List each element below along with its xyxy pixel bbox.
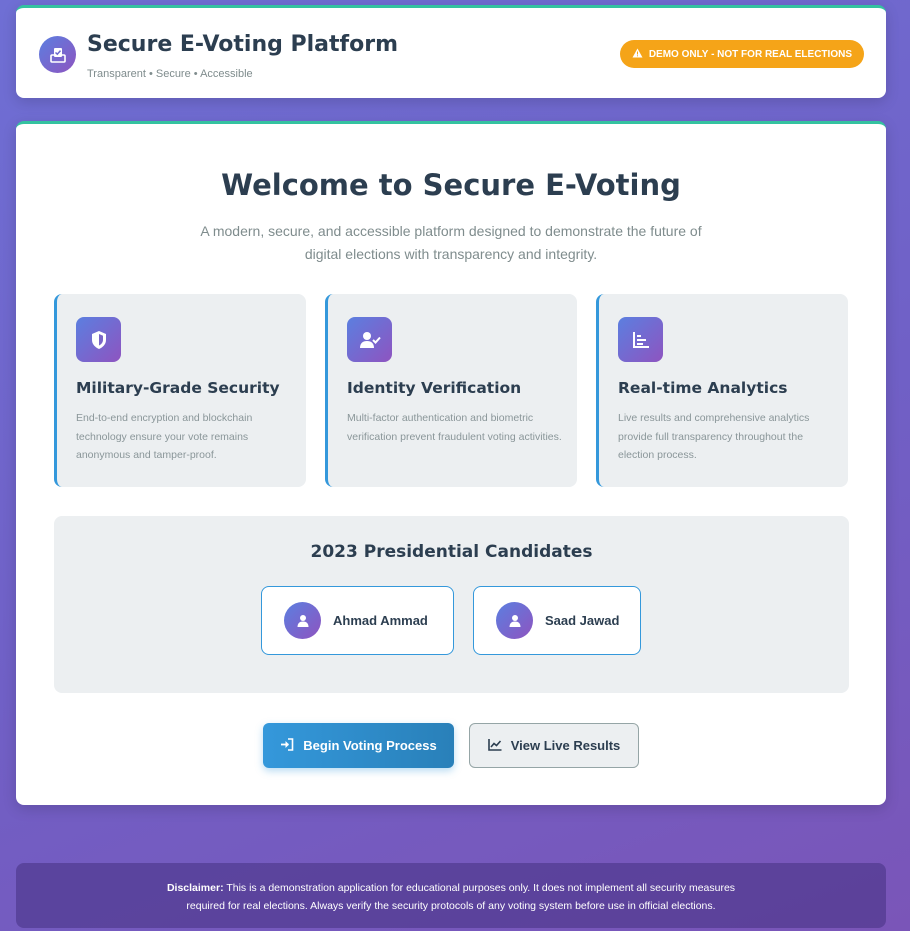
app-header: Secure E-Voting Platform Transparent • S… xyxy=(16,5,886,98)
feature-description: Live results and comprehensive analytics… xyxy=(618,412,810,461)
feature-description: End-to-end encryption and blockchain tec… xyxy=(76,412,253,461)
feature-card-security: Military-Grade Security End-to-end encry… xyxy=(54,294,306,487)
candidates-title: 2023 Presidential Candidates xyxy=(310,542,593,562)
candidate-name: Saad Jawad xyxy=(545,613,620,628)
begin-voting-label: Begin Voting Process xyxy=(303,738,437,753)
user-icon xyxy=(284,602,321,639)
view-results-button[interactable]: View Live Results xyxy=(469,723,639,768)
view-results-label: View Live Results xyxy=(510,738,621,753)
begin-voting-button[interactable]: Begin Voting Process xyxy=(263,723,454,768)
disclaimer-text-2: required for real elections. Always veri… xyxy=(186,900,716,912)
candidate-name: Ahmad Ammad xyxy=(333,613,428,628)
disclaimer-line-1: Disclaimer: This is a demonstration appl… xyxy=(16,879,886,897)
app-subtitle: Transparent • Secure • Accessible xyxy=(87,68,253,80)
chart-bar-icon xyxy=(618,317,663,362)
shield-icon xyxy=(76,317,121,362)
candidates-section: 2023 Presidential Candidates Ahmad Ammad… xyxy=(54,516,849,693)
demo-badge-label: DEMO ONLY - NOT FOR REAL ELECTIONS xyxy=(648,48,852,60)
feature-title: Real-time Analytics xyxy=(618,379,788,397)
app-title: Secure E-Voting Platform xyxy=(87,32,399,57)
description-line-2: digital elections with transparency and … xyxy=(304,246,598,262)
description-line-1: A modern, secure, and accessible platfor… xyxy=(200,223,702,239)
welcome-card: Welcome to Secure E-Voting A modern, sec… xyxy=(16,121,886,805)
disclaimer-label: Disclaimer: xyxy=(166,882,224,894)
feature-card-analytics: Real-time Analytics Live results and com… xyxy=(596,294,848,487)
demo-badge: DEMO ONLY - NOT FOR REAL ELECTIONS xyxy=(619,40,864,68)
ballot-check-icon xyxy=(39,36,76,73)
page-description: A modern, secure, and accessible platfor… xyxy=(186,220,716,266)
disclaimer-text-1: This is a demonstration application for … xyxy=(226,882,736,894)
feature-description: Multi-factor authentication and biometri… xyxy=(347,412,562,443)
candidate-card[interactable]: Ahmad Ammad xyxy=(261,586,454,655)
candidate-card[interactable]: Saad Jawad xyxy=(473,586,641,655)
disclaimer-footer: Disclaimer: This is a demonstration appl… xyxy=(16,863,886,928)
page-title: Welcome to Secure E-Voting xyxy=(221,168,681,202)
sign-in-icon xyxy=(280,737,294,754)
feature-title: Military-Grade Security xyxy=(76,379,280,397)
feature-title: Identity Verification xyxy=(347,379,522,397)
user-icon xyxy=(496,602,533,639)
chart-line-icon xyxy=(487,738,502,754)
user-check-icon xyxy=(347,317,392,362)
warning-icon xyxy=(632,48,643,61)
feature-card-identity: Identity Verification Multi-factor authe… xyxy=(325,294,577,487)
